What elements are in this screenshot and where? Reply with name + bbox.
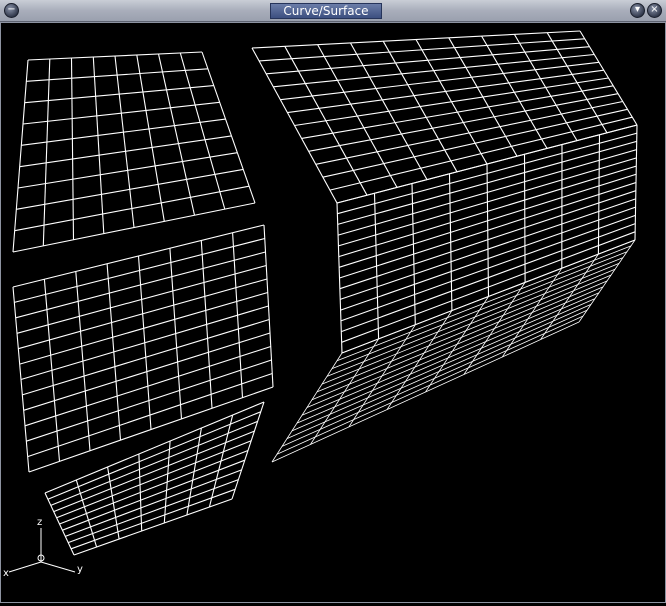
lower-left-patch[interactable] bbox=[45, 402, 264, 555]
axis-y-label: y bbox=[77, 564, 83, 575]
middle-left-patch[interactable] bbox=[13, 225, 273, 472]
curve-surface-window: − Curve/Surface ▾ × z y x bbox=[0, 0, 666, 603]
axis-z-label: z bbox=[37, 517, 42, 528]
minimize-icon[interactable]: − bbox=[4, 3, 19, 18]
shade-icon[interactable]: ▾ bbox=[630, 3, 645, 18]
bottom-right-patch[interactable] bbox=[272, 240, 635, 462]
close-icon[interactable]: × bbox=[647, 3, 662, 18]
window-title: Curve/Surface bbox=[270, 3, 382, 19]
top-right-patch[interactable] bbox=[252, 31, 637, 203]
front-right-patch[interactable] bbox=[337, 125, 637, 353]
upper-left-patch[interactable] bbox=[13, 52, 255, 252]
axis-x-label: x bbox=[3, 568, 9, 579]
3d-viewport[interactable]: z y x bbox=[1, 22, 665, 602]
wireframe-scene[interactable]: z y x bbox=[1, 22, 665, 602]
title-bar[interactable]: − Curve/Surface ▾ × bbox=[0, 0, 666, 22]
